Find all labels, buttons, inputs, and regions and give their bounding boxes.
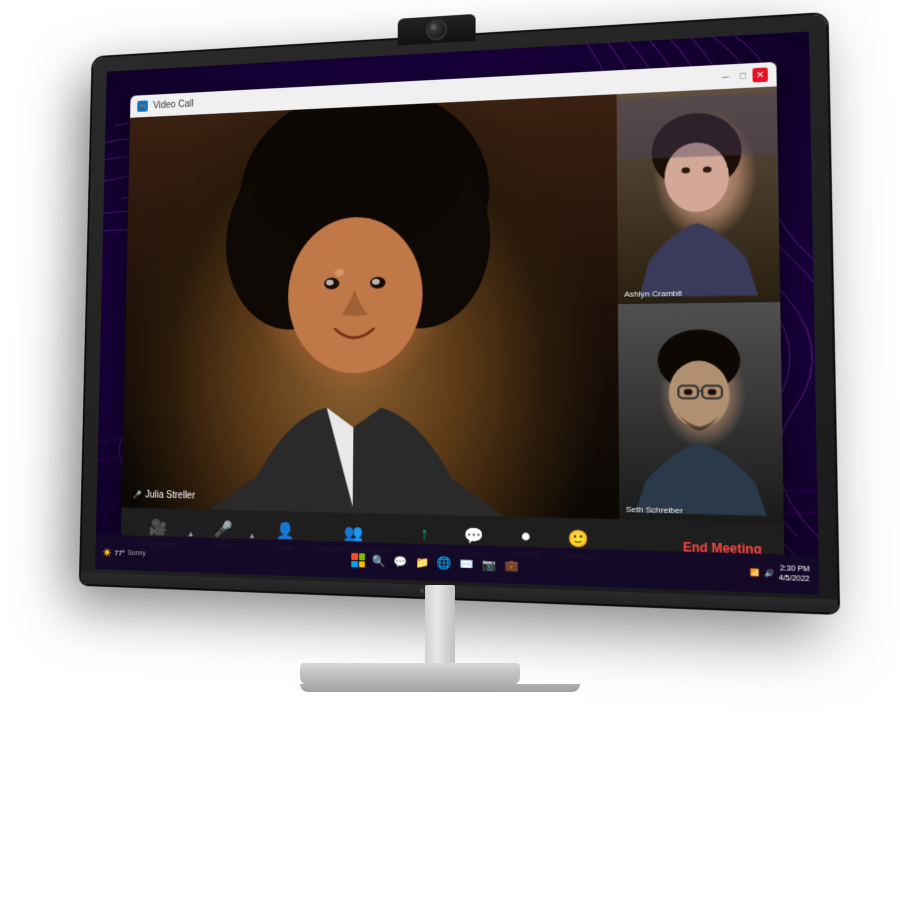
participant-1-video xyxy=(617,86,781,303)
speaker-label: 🎤 Julia Streller xyxy=(132,489,195,501)
taskbar-center: 🔍 💬 📁 🌐 ✉️ 📷 💼 xyxy=(351,552,520,574)
taskbar-wifi-icon: 📶 xyxy=(750,568,760,577)
participant-2-face xyxy=(618,302,784,522)
window-controls: ─ □ ✕ xyxy=(718,67,768,84)
invite-icon: 👤 xyxy=(275,520,294,540)
speaker-name: Julia Streller xyxy=(145,490,195,502)
monitor-stand xyxy=(300,585,580,692)
stop-video-icon: 🎥 xyxy=(149,517,167,537)
minimize-button[interactable]: ─ xyxy=(718,69,733,84)
temperature: 77° xyxy=(114,548,125,557)
weather-condition: Sunny xyxy=(128,549,146,556)
monitor-bezel: 📹 Video Call ─ □ ✕ xyxy=(81,14,838,613)
stand-base xyxy=(300,663,520,685)
stand-base-bottom xyxy=(300,684,580,692)
taskbar-clock[interactable]: 2:30 PM 4/5/2022 xyxy=(779,564,810,585)
chat-taskbar-icon[interactable]: 💬 xyxy=(392,553,408,570)
participants-panel: Ashlyn Crambit xyxy=(617,86,784,523)
windows-start-button[interactable] xyxy=(351,553,365,568)
main-speaker-video xyxy=(122,94,620,519)
screen: 📹 Video Call ─ □ ✕ xyxy=(95,31,819,594)
camera-taskbar-icon[interactable]: 📷 xyxy=(481,556,497,573)
app-icon: 📹 xyxy=(137,100,148,112)
video-call-window: 📹 Video Call ─ □ ✕ xyxy=(120,62,784,577)
maximize-button[interactable]: □ xyxy=(735,68,750,83)
manage-participants-icon: 👥 xyxy=(344,522,364,543)
webcam-housing xyxy=(398,14,476,46)
file-explorer-icon[interactable]: 📁 xyxy=(414,554,430,571)
reaction-icon: 🙂 xyxy=(568,528,589,549)
participant-thumb-2: Seth Schreiber xyxy=(618,302,784,523)
scene: 📹 Video Call ─ □ ✕ xyxy=(0,0,900,900)
mic-active-icon: 🎤 xyxy=(132,490,141,499)
taskbar-sound-icon: 🔊 xyxy=(764,569,774,578)
search-taskbar-icon[interactable]: 🔍 xyxy=(371,553,387,570)
close-button[interactable]: ✕ xyxy=(752,67,767,82)
mail-icon[interactable]: ✉️ xyxy=(458,555,474,572)
taskbar-weather: ☀️ 77° Sunny xyxy=(103,548,146,558)
speaker-face-svg xyxy=(122,94,620,519)
mute-icon: 🎤 xyxy=(214,519,233,539)
record-icon: ⏺ xyxy=(522,528,530,547)
main-video-feed: 🎤 Julia Streller xyxy=(122,94,620,519)
taskbar-right: 📶 🔊 2:30 PM 4/5/2022 xyxy=(750,563,819,585)
webcam-lens xyxy=(426,19,447,41)
edge-icon[interactable]: 🌐 xyxy=(436,555,452,572)
participant-2-video xyxy=(618,302,784,522)
participant-1-face xyxy=(617,86,781,303)
chat-icon: 💬 xyxy=(464,525,484,546)
clock-date: 4/5/2022 xyxy=(779,574,810,585)
weather-icon: ☀️ xyxy=(103,548,112,557)
stand-neck xyxy=(425,585,455,665)
participant-2-name: Seth Schreiber xyxy=(626,505,683,516)
participant-1-name: Ashlyn Crambit xyxy=(624,289,682,299)
monitor-outer: 📹 Video Call ─ □ ✕ xyxy=(60,30,820,730)
teams-icon[interactable]: 💼 xyxy=(503,557,519,574)
share-icon: ↑ xyxy=(420,525,428,543)
participant-thumb-1: Ashlyn Crambit xyxy=(617,86,781,304)
